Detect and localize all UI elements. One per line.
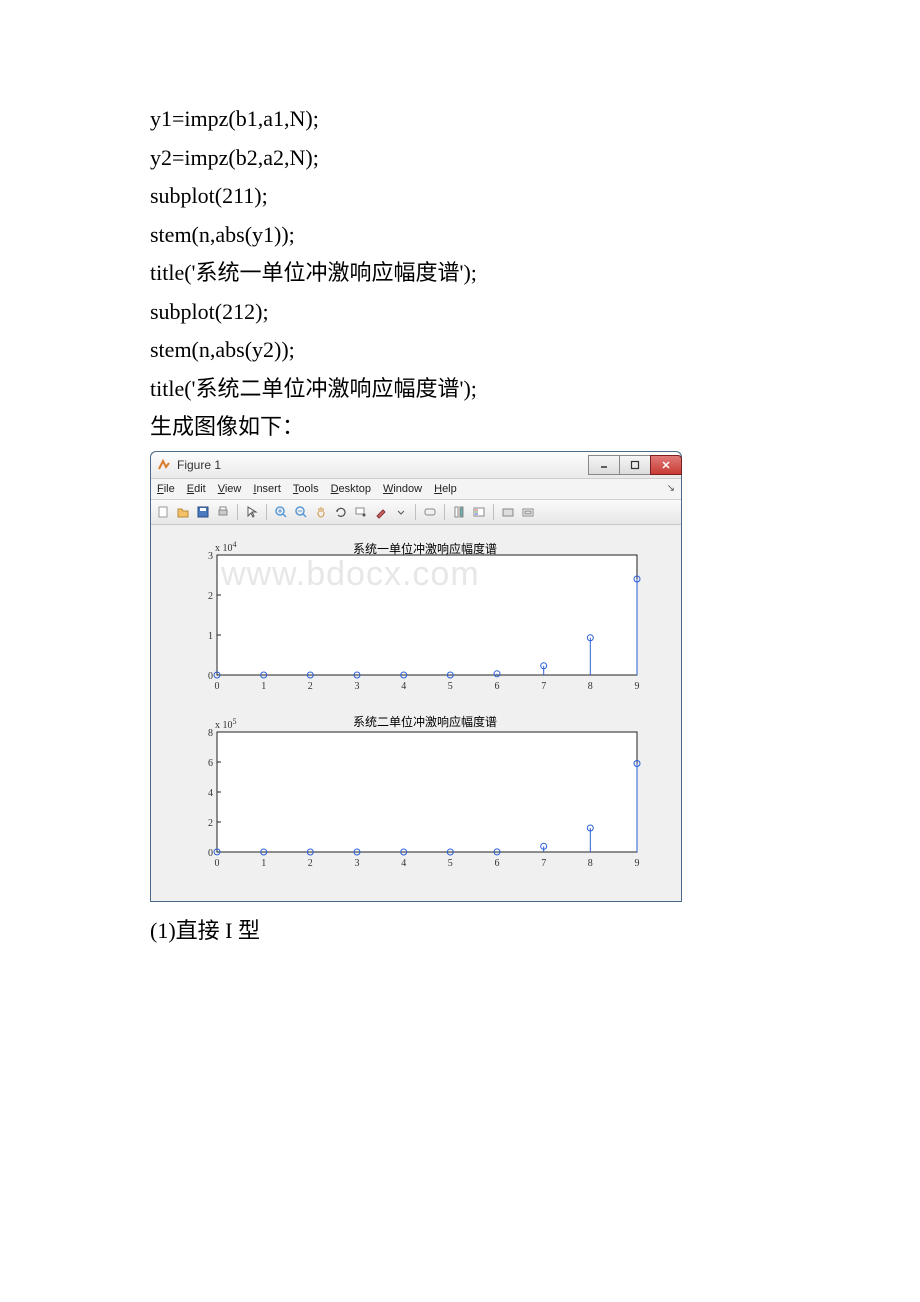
menu-edit[interactable]: Edit [187, 483, 206, 495]
svg-text:2: 2 [208, 591, 213, 602]
svg-text:6: 6 [495, 858, 500, 869]
svg-text:9: 9 [635, 681, 640, 692]
close-button[interactable] [650, 455, 682, 475]
legend-icon[interactable] [471, 504, 487, 520]
menu-tools[interactable]: Tools [293, 483, 319, 495]
datatip-icon[interactable] [353, 504, 369, 520]
svg-text:3: 3 [355, 858, 360, 869]
svg-text:2: 2 [308, 858, 313, 869]
menu-desktop[interactable]: Desktop [331, 483, 371, 495]
svg-text:0: 0 [208, 671, 213, 682]
plot-area: www.bdocx.com 系统一单位冲激响应幅度谱 x 104 0 1 2 3 [151, 525, 681, 901]
svg-text:5: 5 [448, 858, 453, 869]
brush-icon[interactable] [373, 504, 389, 520]
chart-1-title: 系统一单位冲激响应幅度谱 [353, 541, 497, 556]
dock-icon[interactable] [500, 504, 516, 520]
menu-file[interactable]: File [157, 483, 175, 495]
maximize-button[interactable] [619, 455, 651, 475]
svg-text:6: 6 [208, 758, 213, 769]
matlab-icon [157, 458, 171, 472]
svg-text:1: 1 [208, 631, 213, 642]
code-line: title('系统二单位冲激响应幅度谱'); [150, 370, 770, 409]
code-line: title('系统一单位冲激响应幅度谱'); [150, 254, 770, 293]
menu-extra-icon[interactable]: ↘ [667, 483, 675, 494]
open-file-icon[interactable] [175, 504, 191, 520]
pan-icon[interactable] [313, 504, 329, 520]
code-line: subplot(212); [150, 293, 770, 332]
menu-window[interactable]: Window [383, 483, 422, 495]
svg-text:9: 9 [635, 858, 640, 869]
new-file-icon[interactable] [155, 504, 171, 520]
print-icon[interactable] [215, 504, 231, 520]
svg-text:7: 7 [541, 858, 546, 869]
menu-help[interactable]: Help [434, 483, 457, 495]
chart-2: 系统二单位冲激响应幅度谱 x 105 0 2 4 6 8 0 1 2 [155, 710, 661, 885]
save-icon[interactable] [195, 504, 211, 520]
svg-text:3: 3 [355, 681, 360, 692]
titlebar: Figure 1 [151, 452, 681, 479]
code-line: y2=impz(b2,a2,N); [150, 139, 770, 178]
window-title: Figure 1 [177, 458, 221, 472]
svg-text:0: 0 [215, 681, 220, 692]
chart-1-yexp: x 104 [215, 540, 237, 554]
pointer-icon[interactable] [244, 504, 260, 520]
zoom-out-icon[interactable] [293, 504, 309, 520]
chart-2-yexp: x 105 [215, 717, 237, 731]
final-line: (1)直接 I 型 [150, 912, 770, 951]
undock-icon[interactable] [520, 504, 536, 520]
code-line: y1=impz(b1,a1,N); [150, 100, 770, 139]
toolbar [151, 500, 681, 525]
menubar: File Edit View Insert Tools Desktop Wind… [151, 479, 681, 500]
chart-2-title: 系统二单位冲激响应幅度谱 [353, 714, 497, 729]
svg-text:6: 6 [495, 681, 500, 692]
chart-1: 系统一单位冲激响应幅度谱 x 104 0 1 2 3 0 1 [155, 533, 661, 708]
svg-text:7: 7 [541, 681, 546, 692]
svg-text:8: 8 [588, 681, 593, 692]
svg-text:4: 4 [208, 788, 213, 799]
dropdown-icon[interactable] [393, 504, 409, 520]
code-line: stem(n,abs(y1)); [150, 216, 770, 255]
rotate-icon[interactable] [333, 504, 349, 520]
svg-text:3: 3 [208, 551, 213, 562]
svg-text:2: 2 [208, 818, 213, 829]
link-icon[interactable] [422, 504, 438, 520]
chart-1-svg: 系统一单位冲激响应幅度谱 x 104 0 1 2 3 0 1 [155, 533, 655, 703]
matlab-figure-window: Figure 1 File Edit View Insert Tools Des… [150, 451, 682, 902]
svg-text:1: 1 [261, 681, 266, 692]
colorbar-icon[interactable] [451, 504, 467, 520]
zoom-in-icon[interactable] [273, 504, 289, 520]
svg-text:8: 8 [208, 728, 213, 739]
menu-view[interactable]: View [218, 483, 242, 495]
menu-insert[interactable]: Insert [253, 483, 281, 495]
caption-line: 生成图像如下： [150, 408, 770, 447]
minimize-button[interactable] [588, 455, 620, 475]
svg-text:4: 4 [401, 858, 406, 869]
svg-text:8: 8 [588, 858, 593, 869]
code-line: subplot(211); [150, 177, 770, 216]
chart-2-svg: 系统二单位冲激响应幅度谱 x 105 0 2 4 6 8 0 1 2 [155, 710, 655, 880]
svg-text:5: 5 [448, 681, 453, 692]
svg-text:4: 4 [401, 681, 406, 692]
code-line: stem(n,abs(y2)); [150, 331, 770, 370]
svg-text:2: 2 [308, 681, 313, 692]
svg-text:1: 1 [261, 858, 266, 869]
svg-text:0: 0 [208, 848, 213, 859]
svg-text:0: 0 [215, 858, 220, 869]
